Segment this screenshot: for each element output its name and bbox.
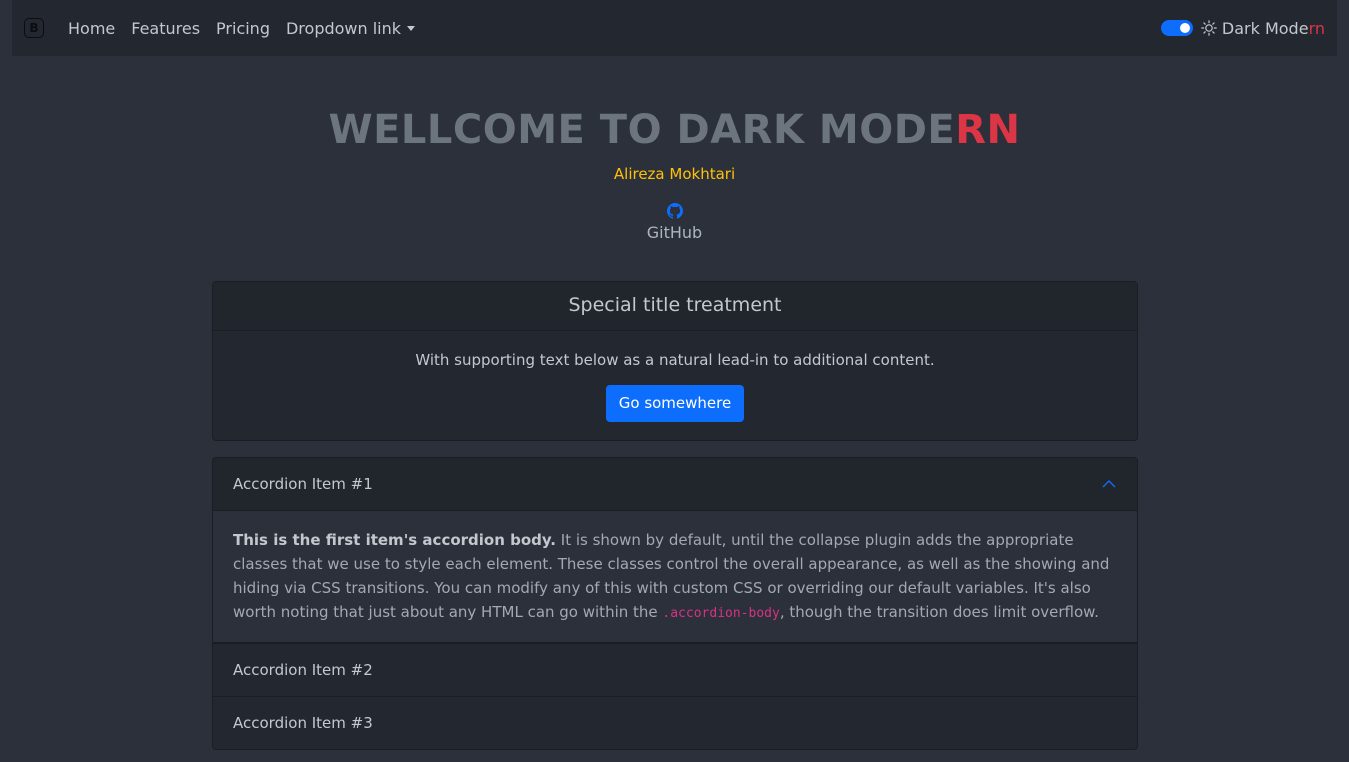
accordion-title: Accordion Item #1: [233, 475, 373, 493]
accordion: Accordion Item #1 This is the first item…: [212, 457, 1138, 750]
feature-card: Special title treatment With supporting …: [212, 281, 1138, 441]
toggle-knob: [1179, 23, 1190, 33]
nav-dropdown-link[interactable]: Dropdown link: [285, 18, 416, 38]
author-name: Alireza Mokhtari: [613, 165, 736, 183]
accordion-item: Accordion Item #3: [213, 696, 1137, 749]
bootstrap-logo-icon[interactable]: B: [24, 18, 44, 38]
nav-links: Home Features Pricing Dropdown link: [68, 19, 431, 38]
sun-icon: [1201, 20, 1217, 36]
accordion-item: Accordion Item #2: [213, 643, 1137, 696]
theme-label-main: Dark Mode: [1221, 18, 1309, 38]
theme-label: Dark Modern: [1222, 19, 1325, 38]
accordion-title: Accordion Item #3: [233, 714, 373, 732]
accordion-header-1[interactable]: Accordion Item #1: [213, 458, 1137, 511]
title-main: WELLCOME TO DARK MODE: [328, 107, 956, 153]
chevron-up-icon: [1102, 480, 1116, 488]
accordion-title: Accordion Item #2: [233, 661, 373, 679]
caret-down-icon: [407, 25, 416, 31]
accordion-item: Accordion Item #1 This is the first item…: [213, 458, 1137, 643]
theme-switcher: Dark Modern: [1160, 19, 1325, 38]
accordion-header-3[interactable]: Accordion Item #3: [213, 696, 1137, 749]
github-icon[interactable]: [666, 203, 683, 219]
page-title: WELLCOME TO DARK MODERN: [0, 104, 1349, 156]
go-somewhere-button[interactable]: Go somewhere: [605, 385, 745, 422]
dropdown-label: Dropdown link: [285, 18, 402, 38]
card-header: Special title treatment: [213, 282, 1137, 331]
hero-section: WELLCOME TO DARK MODERN Alireza Mokhtari…: [0, 104, 1349, 242]
github-link[interactable]: GitHub: [0, 223, 1349, 242]
accordion-body-1: This is the first item's accordion body.…: [213, 511, 1137, 643]
accordion-body-bold: This is the first item's accordion body.: [233, 531, 557, 549]
theme-label-accent: rn: [1308, 18, 1325, 38]
title-accent: RN: [955, 107, 1021, 153]
accordion-header-2[interactable]: Accordion Item #2: [213, 643, 1137, 696]
top-navbar: B Home Features Pricing Dropdown link Da…: [12, 0, 1337, 56]
card-text: With supporting text below as a natural …: [415, 351, 935, 369]
nav-link-pricing[interactable]: Pricing: [216, 19, 270, 38]
nav-link-features[interactable]: Features: [131, 19, 200, 38]
accordion-body-tail: , though the transition does limit overf…: [779, 603, 1099, 621]
dark-mode-toggle[interactable]: [1160, 20, 1193, 36]
nav-link-home[interactable]: Home: [68, 19, 115, 38]
accordion-body-code: .accordion-body: [662, 606, 780, 621]
